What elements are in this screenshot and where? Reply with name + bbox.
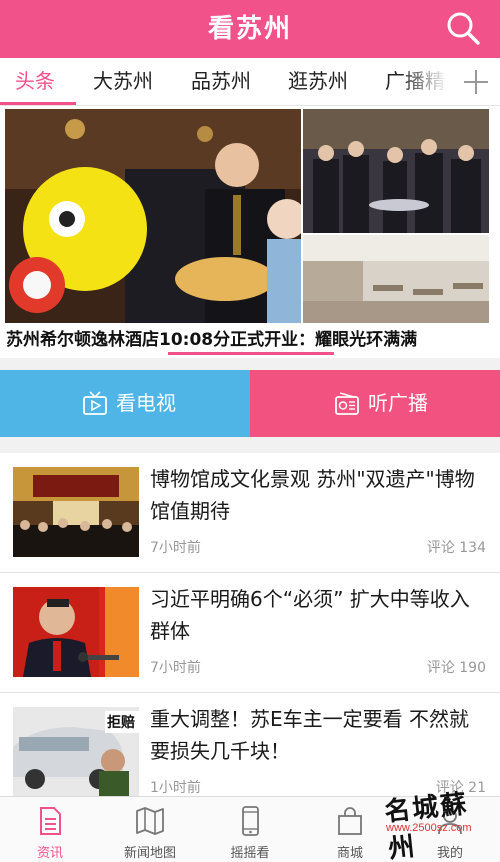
banner-photo-top-right: [303, 109, 489, 233]
headline-banner[interactable]: 苏州希尔顿逸林酒店10:08分正式开业：耀眼光环满满: [0, 106, 500, 358]
section-divider: [0, 437, 500, 453]
comment-count[interactable]: 评论 190: [427, 657, 486, 677]
nav-shake[interactable]: 摇摇看: [200, 797, 300, 862]
watch-tv-button[interactable]: 看电视: [0, 370, 250, 437]
comment-count[interactable]: 评论 134: [427, 537, 486, 557]
tab-toutiao[interactable]: 头条: [15, 58, 55, 105]
tab-da-suzhou[interactable]: 大苏州: [93, 58, 153, 105]
tv-icon: [83, 390, 107, 415]
nav-news-map[interactable]: 新闻地图: [100, 797, 200, 862]
news-title[interactable]: 重大调整！苏E车主一定要看 不然就要损失几千块！: [150, 703, 488, 767]
news-list: 博物馆成文化景观 苏州"双遗产"博物馆值期待 7小时前 评论 134 习近平明确…: [0, 453, 500, 796]
active-tab-indicator: [0, 102, 76, 105]
listen-radio-button[interactable]: 听广播: [250, 370, 500, 437]
tab-guang-suzhou[interactable]: 逛苏州: [288, 58, 348, 105]
news-thumbnail: [13, 587, 139, 677]
nav-news[interactable]: 资讯: [0, 797, 100, 862]
list-item[interactable]: 博物馆成文化景观 苏州"双遗产"博物馆值期待 7小时前 评论 134: [0, 453, 500, 573]
search-icon: [447, 12, 480, 45]
nav-news-map-label: 新闻地图: [123, 846, 176, 861]
tab-pin-suzhou[interactable]: 品苏州: [191, 58, 251, 105]
banner-photo-main: [5, 109, 301, 323]
news-doc-icon: [40, 807, 61, 835]
search-button[interactable]: [444, 9, 482, 47]
news-title[interactable]: 习近平明确6个“必须” 扩大中等收入群体: [150, 583, 488, 647]
watch-tv-label: 看电视: [116, 391, 176, 415]
app-header: 看苏州: [0, 0, 500, 58]
list-item[interactable]: 习近平明确6个“必须” 扩大中等收入群体 7小时前 评论 190: [0, 573, 500, 693]
thumb-text: 拒赔: [107, 714, 135, 731]
news-time: 1小时前: [150, 780, 201, 796]
nav-news-label: 资讯: [36, 846, 63, 861]
add-channel-button[interactable]: [456, 58, 500, 105]
app-title: 看苏州: [207, 14, 292, 44]
channel-tabs: 头条 大苏州 品苏州 逛苏州 广播精: [0, 58, 500, 106]
news-title[interactable]: 博物馆成文化景观 苏州"双遗产"博物馆值期待: [150, 463, 488, 527]
section-divider: [0, 358, 500, 370]
map-icon: [136, 807, 164, 835]
phone-icon: [242, 806, 259, 836]
radio-icon: [335, 391, 359, 415]
carousel-indicator: [168, 352, 334, 355]
news-thumbnail: [13, 467, 139, 557]
shopping-bag-icon: [338, 807, 362, 835]
plus-icon: [464, 70, 488, 94]
tab-fade: [400, 58, 460, 105]
news-time: 7小时前: [150, 540, 201, 556]
nav-shake-label: 摇摇看: [230, 846, 270, 861]
site-watermark: 名城蘇州 www.2500sz.com: [372, 786, 496, 862]
banner-photo-bottom-right: [303, 235, 489, 323]
news-thumbnail: 拒赔: [13, 707, 139, 796]
listen-radio-label: 听广播: [368, 391, 428, 415]
news-time: 7小时前: [150, 660, 201, 676]
list-item[interactable]: 拒赔 重大调整！苏E车主一定要看 不然就要损失几千块！ 1小时前 评论 21: [0, 693, 500, 796]
banner-caption[interactable]: 苏州希尔顿逸林酒店10:08分正式开业：耀眼光环满满: [6, 327, 496, 353]
watermark-url: www.2500sz.com: [386, 822, 472, 834]
